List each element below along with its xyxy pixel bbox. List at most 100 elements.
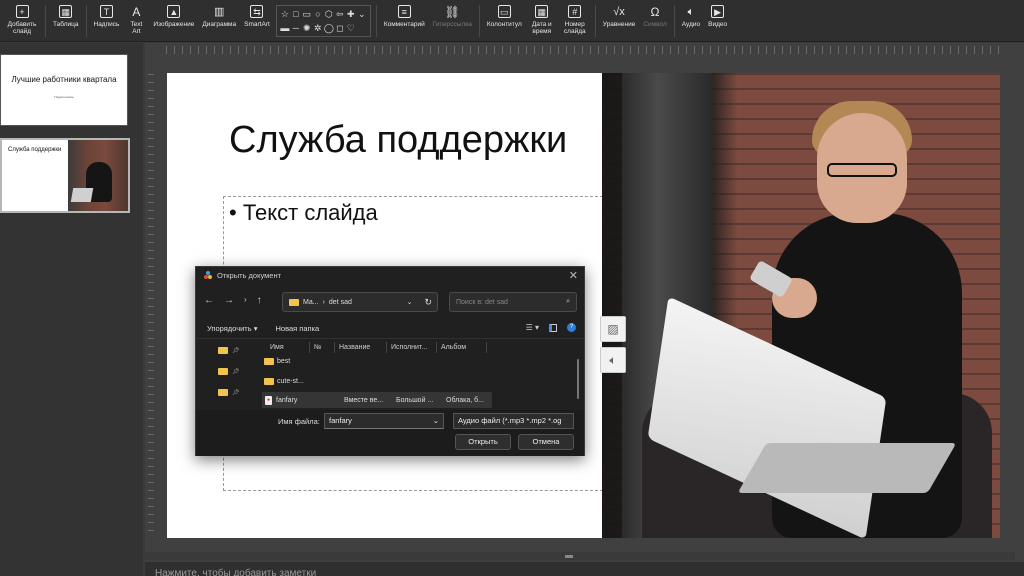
image-button[interactable]: ▲ Изображение bbox=[149, 5, 198, 28]
pin-icon: 📌︎ bbox=[232, 348, 240, 354]
file-name: fanfary bbox=[276, 396, 298, 404]
cross-shape-icon[interactable]: ✚ bbox=[346, 8, 356, 20]
search-input[interactable]: Поиск в: det sad ⌕ bbox=[449, 292, 577, 312]
quick-access-item[interactable]: 📌︎ bbox=[218, 389, 240, 396]
symbol-button[interactable]: Ω Символ bbox=[639, 5, 670, 29]
textart-button[interactable]: A Text Art bbox=[123, 4, 149, 36]
file-name: cute-st... bbox=[277, 377, 304, 385]
path-prefix[interactable]: Ma... bbox=[303, 299, 319, 306]
pill-shape-icon[interactable]: ▬ bbox=[280, 22, 290, 34]
chevron-down-icon[interactable]: › bbox=[244, 295, 247, 306]
textbox-button[interactable]: T Надпись bbox=[90, 5, 124, 28]
more-shapes-icon[interactable]: ⌄ bbox=[357, 8, 367, 20]
ribbon-toolbar: + Добавить слайд ▦ Таблица T Надпись A T… bbox=[0, 0, 1024, 42]
view-options-icon[interactable]: ☰ ▾ bbox=[526, 323, 539, 332]
filename-value: fanfary bbox=[329, 416, 352, 425]
scrollbar-thumb[interactable] bbox=[565, 555, 573, 558]
textbox-icon: T bbox=[99, 5, 113, 18]
column-album[interactable]: Альбом bbox=[437, 342, 487, 353]
audio-button[interactable]: 🔈︎ Аудио bbox=[678, 5, 704, 28]
slide-number-button[interactable]: # Номер слайда bbox=[558, 5, 592, 35]
filetype-value: Аудио файл (*.mp3 *.mp2 *.og bbox=[458, 416, 562, 425]
preview-pane-icon[interactable] bbox=[549, 323, 557, 332]
table-button[interactable]: ▦ Таблица bbox=[49, 5, 83, 28]
help-icon[interactable]: ? bbox=[567, 323, 576, 332]
search-placeholder: Поиск в: det sad bbox=[456, 298, 508, 306]
hyperlink-button[interactable]: ⛓ Гиперссылка bbox=[429, 4, 476, 29]
ellipse-shape-icon[interactable]: ○ bbox=[313, 8, 323, 20]
equation-button[interactable]: √x Уравнение bbox=[599, 5, 640, 28]
image-label: Изображение bbox=[153, 21, 195, 28]
textbox-label: Надпись bbox=[93, 21, 120, 28]
add-slide-button[interactable]: + Добавить слайд bbox=[2, 5, 42, 35]
arrow-left-shape-icon[interactable]: ⇦ bbox=[335, 8, 345, 20]
slide-title[interactable]: Служба поддержки bbox=[229, 119, 567, 162]
up-arrow-icon[interactable]: ↑ bbox=[257, 295, 262, 306]
filename-input[interactable]: fanfary ⌄ bbox=[324, 413, 444, 429]
quick-access-item[interactable]: 📌︎ bbox=[218, 368, 240, 375]
path-current[interactable]: det sad bbox=[329, 299, 352, 306]
plus-icon: + bbox=[15, 5, 29, 18]
file-list-scrollbar[interactable] bbox=[577, 359, 579, 399]
address-bar[interactable]: Ma... › det sad ⌄ ↻ bbox=[282, 292, 438, 312]
file-row-selected[interactable]: ● fanfary Вместе ве... Большой ... Облак… bbox=[262, 392, 492, 408]
smartart-button[interactable]: ⇆ SmartArt bbox=[240, 5, 274, 28]
slide-thumbnail-1[interactable]: Лучшие работники квартала Подзаголовок bbox=[0, 54, 128, 126]
file-row[interactable]: cute-st... bbox=[262, 373, 492, 389]
rounded-rect-shape-icon[interactable]: ▭ bbox=[302, 8, 312, 20]
video-label: Видео bbox=[708, 21, 728, 28]
column-title[interactable]: Название bbox=[335, 342, 387, 353]
comment-icon: ≡ bbox=[397, 5, 411, 18]
datetime-button[interactable]: ▦ Дата и время bbox=[526, 5, 558, 35]
column-artist[interactable]: Исполнит... bbox=[387, 342, 437, 353]
line-shape-icon[interactable]: ─ bbox=[291, 22, 301, 34]
search-icon: ⌕ bbox=[566, 298, 570, 305]
symbol-label: Символ bbox=[643, 21, 667, 28]
star-shape-icon[interactable]: ☆ bbox=[280, 8, 290, 20]
column-name[interactable]: Имя bbox=[266, 342, 310, 353]
close-icon[interactable]: ✕ bbox=[569, 269, 578, 282]
shapes-gallery[interactable]: ☆ □ ▭ ○ ⬡ ⇦ ✚ ⌄ ▬ ─ ✺ ✲ ◯ ◻ ♡ bbox=[275, 5, 371, 37]
slide-number-icon: # bbox=[568, 5, 582, 18]
forward-arrow-icon[interactable]: → bbox=[224, 295, 234, 306]
quick-access-item[interactable]: 📌︎ bbox=[218, 347, 240, 354]
heart-shape-icon[interactable]: ♡ bbox=[346, 22, 356, 34]
path-separator-icon: › bbox=[322, 298, 325, 306]
rectangle-shape-icon[interactable]: □ bbox=[291, 8, 301, 20]
image-settings-icon[interactable]: ▨ bbox=[600, 316, 626, 342]
link-icon: ⛓ bbox=[444, 4, 460, 19]
cancel-button[interactable]: Отмена bbox=[518, 434, 574, 450]
back-arrow-icon[interactable]: ← bbox=[204, 295, 214, 306]
toolbar-divider bbox=[85, 5, 87, 37]
chart-button[interactable]: ▥ Диаграмма bbox=[198, 5, 240, 28]
file-row[interactable]: best bbox=[262, 353, 492, 369]
slide-photo[interactable] bbox=[602, 73, 1000, 538]
address-dropdown-icon[interactable]: ⌄ bbox=[407, 298, 413, 306]
burst-shape-icon[interactable]: ✺ bbox=[302, 22, 312, 34]
filetype-select[interactable]: Аудио файл (*.mp3 *.mp2 *.og bbox=[453, 413, 574, 429]
audio-settings-icon[interactable]: 🔈︎ bbox=[600, 347, 626, 373]
hexagon-shape-icon[interactable]: ⬡ bbox=[324, 8, 334, 20]
folder-icon bbox=[218, 368, 228, 375]
textart-icon: A bbox=[132, 4, 141, 19]
file-album: Облака, б... bbox=[446, 396, 484, 404]
column-number[interactable]: № bbox=[310, 342, 335, 353]
circle-shape-icon[interactable]: ◯ bbox=[324, 22, 334, 34]
slide-bullet-text[interactable]: • Текст слайда bbox=[229, 200, 378, 226]
open-button[interactable]: Открыть bbox=[455, 434, 511, 450]
organize-button[interactable]: Упорядочить ▾ bbox=[207, 324, 258, 333]
chevron-down-icon[interactable]: ⌄ bbox=[433, 416, 439, 426]
refresh-icon[interactable]: ↻ bbox=[424, 297, 432, 308]
horizontal-scrollbar[interactable] bbox=[145, 552, 1015, 560]
comment-button[interactable]: ≡ Комментарий bbox=[380, 5, 429, 28]
notes-area[interactable]: Нажмите, чтобы добавить заметки bbox=[145, 562, 1024, 576]
equation-icon: √x bbox=[613, 5, 625, 18]
new-folder-button[interactable]: Новая папка bbox=[276, 324, 320, 333]
video-button[interactable]: ▶ Видео bbox=[704, 5, 731, 28]
gear-shape-icon[interactable]: ✲ bbox=[313, 22, 323, 34]
folder-icon bbox=[218, 389, 228, 396]
slide-thumbnail-2[interactable]: Служба поддержки bbox=[0, 138, 130, 213]
header-footer-button[interactable]: ▭ Колонтитул bbox=[483, 5, 526, 28]
callout-shape-icon[interactable]: ◻ bbox=[335, 22, 345, 34]
dialog-titlebar: Открыть документ bbox=[204, 271, 281, 280]
